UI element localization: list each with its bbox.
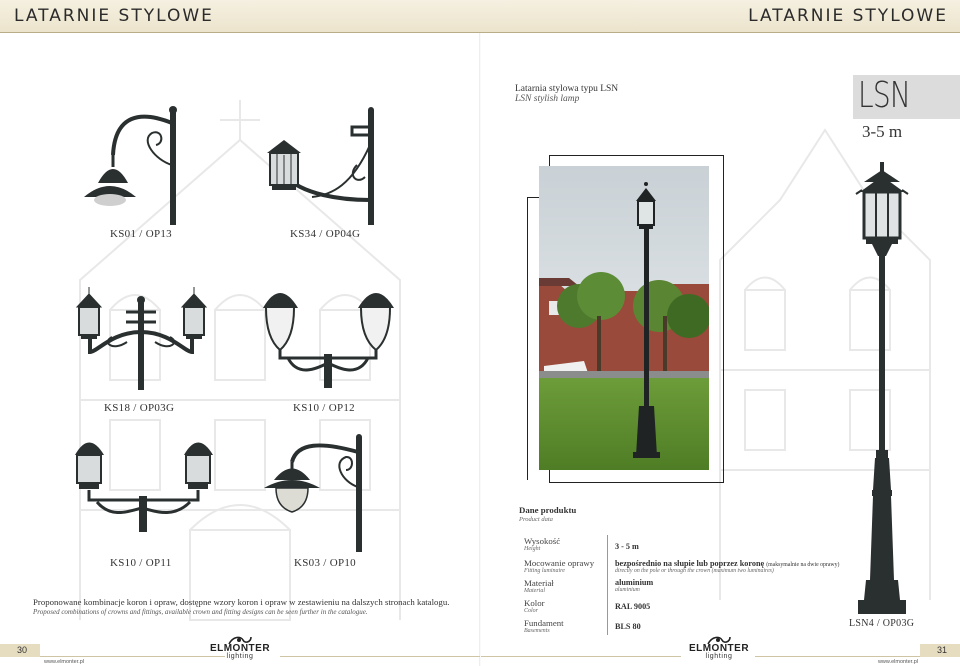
spec-value: bezpośrednio na słupie lub poprzez koron…: [615, 559, 765, 568]
spec-label-en: Basements: [524, 628, 550, 634]
spec-value-height: 3 - 5 m: [615, 542, 639, 551]
page-number-left: 30: [0, 644, 40, 657]
background-building-illustration-right: [700, 90, 950, 610]
spec-value-material: aluminium aluminium: [615, 578, 653, 593]
combinations-note-en: Proposed combinations of crowns and fitt…: [33, 608, 368, 616]
logo-sub: lighting: [226, 653, 254, 660]
product-data-heading: Dane produktu Product data: [519, 505, 576, 523]
spec-label-pl: Wysokość: [524, 536, 561, 546]
lamp-type-pl: Latarnia stylowa typu LSN: [515, 84, 619, 94]
caption-ks01-op13: KS01 / OP13: [110, 228, 172, 240]
header-bar: Latarnie stylowe Latarnie stylowe: [0, 0, 960, 33]
spec-label-basement: Fundament Basements: [524, 618, 564, 634]
caption-ks34-op04g: KS34 / OP04G: [290, 228, 361, 240]
product-photo: [539, 166, 709, 470]
footer-line-left: [40, 656, 225, 657]
spec-label-pl: Materiał: [524, 578, 554, 588]
spec-label-pl: Mocowanie oprawy: [524, 558, 595, 568]
elmonter-logo-right: ELMONTER lighting: [684, 634, 754, 664]
combinations-note: Proponowane kombinacje koron i opraw, do…: [33, 597, 473, 616]
combinations-note-pl: Proponowane kombinacje koron i opraw, do…: [33, 597, 450, 607]
spec-label-material: Materiał Material: [524, 578, 554, 594]
footer-line-right: [481, 656, 681, 657]
spec-value-color: RAL 9005: [615, 602, 650, 611]
website-right: www.elmonter.pl: [877, 659, 918, 665]
spec-label-en: Color: [524, 608, 539, 614]
lamp-ks18-op03g: [72, 282, 217, 392]
lamp-ks03-op10: [262, 432, 372, 557]
website-left: www.elmonter.pl: [44, 659, 85, 665]
spec-value-note: (maksymalnie na dwie oprawy): [766, 562, 840, 568]
lamp-ks01-op13: [80, 105, 190, 230]
spec-divider: [607, 535, 608, 635]
spec-label-en: Fitting luminaire: [524, 568, 565, 574]
footer-line-left-2: [280, 656, 480, 657]
lamp-ks34-op04g: [262, 105, 382, 230]
spec-label-color: Kolor Color: [524, 598, 545, 614]
spec-value-basement: BLS 80: [615, 622, 641, 631]
spec-label-pl: Kolor: [524, 598, 545, 608]
footer-line-right-2: [755, 656, 920, 657]
spec-value: BLS 80: [615, 622, 641, 631]
right-header-title: Latarnie stylowe: [748, 6, 948, 26]
spec-label-en: Material: [524, 588, 545, 594]
lamp-lsn4-op03g: [852, 160, 912, 620]
lamp-ks10-op11: [72, 430, 222, 540]
model-name: LSN: [858, 75, 911, 116]
spec-value-en: directly on the pole or through the crow…: [615, 568, 774, 574]
left-header-title: Latarnie stylowe: [14, 6, 214, 26]
spec-value-en: aluminium: [615, 587, 640, 593]
logo-sub: lighting: [705, 653, 733, 660]
spec-value: 3 - 5 m: [615, 542, 639, 551]
product-data-en: Product data: [519, 516, 553, 523]
caption-lsn4-op03g: LSN4 / OP03G: [849, 618, 915, 629]
spec-value: RAL 9005: [615, 602, 651, 611]
model-height: 3-5 m: [862, 122, 903, 141]
spec-label-fitting: Mocowanie oprawy Fitting luminaire: [524, 558, 594, 574]
logo-swirl-icon: [228, 636, 252, 645]
spec-label-height: Wysokość Height: [524, 536, 560, 552]
caption-ks10-op11: KS10 / OP11: [110, 557, 172, 569]
lamp-ks10-op12: [258, 278, 408, 393]
product-data-pl: Dane produktu: [519, 505, 577, 515]
spec-label-en: Height: [524, 546, 541, 552]
spec-label-pl: Fundament: [524, 618, 564, 628]
page-number-right: 31: [920, 644, 960, 657]
logo-swirl-icon: [707, 636, 731, 645]
caption-ks03-op10: KS03 / OP10: [294, 557, 356, 569]
page-spine: [479, 33, 481, 666]
lamp-type-en: LSN stylish lamp: [515, 94, 580, 104]
caption-ks10-op12: KS10 / OP12: [293, 402, 355, 414]
spec-value: aluminium: [615, 578, 654, 587]
spec-value-fitting: bezpośrednio na słupie lub poprzez koron…: [615, 559, 839, 574]
lamp-type-title: Latarnia stylowa typu LSN LSN stylish la…: [515, 84, 618, 104]
elmonter-logo-left: ELMONTER lighting: [205, 634, 275, 664]
caption-ks18-op03g: KS18 / OP03G: [104, 402, 175, 414]
